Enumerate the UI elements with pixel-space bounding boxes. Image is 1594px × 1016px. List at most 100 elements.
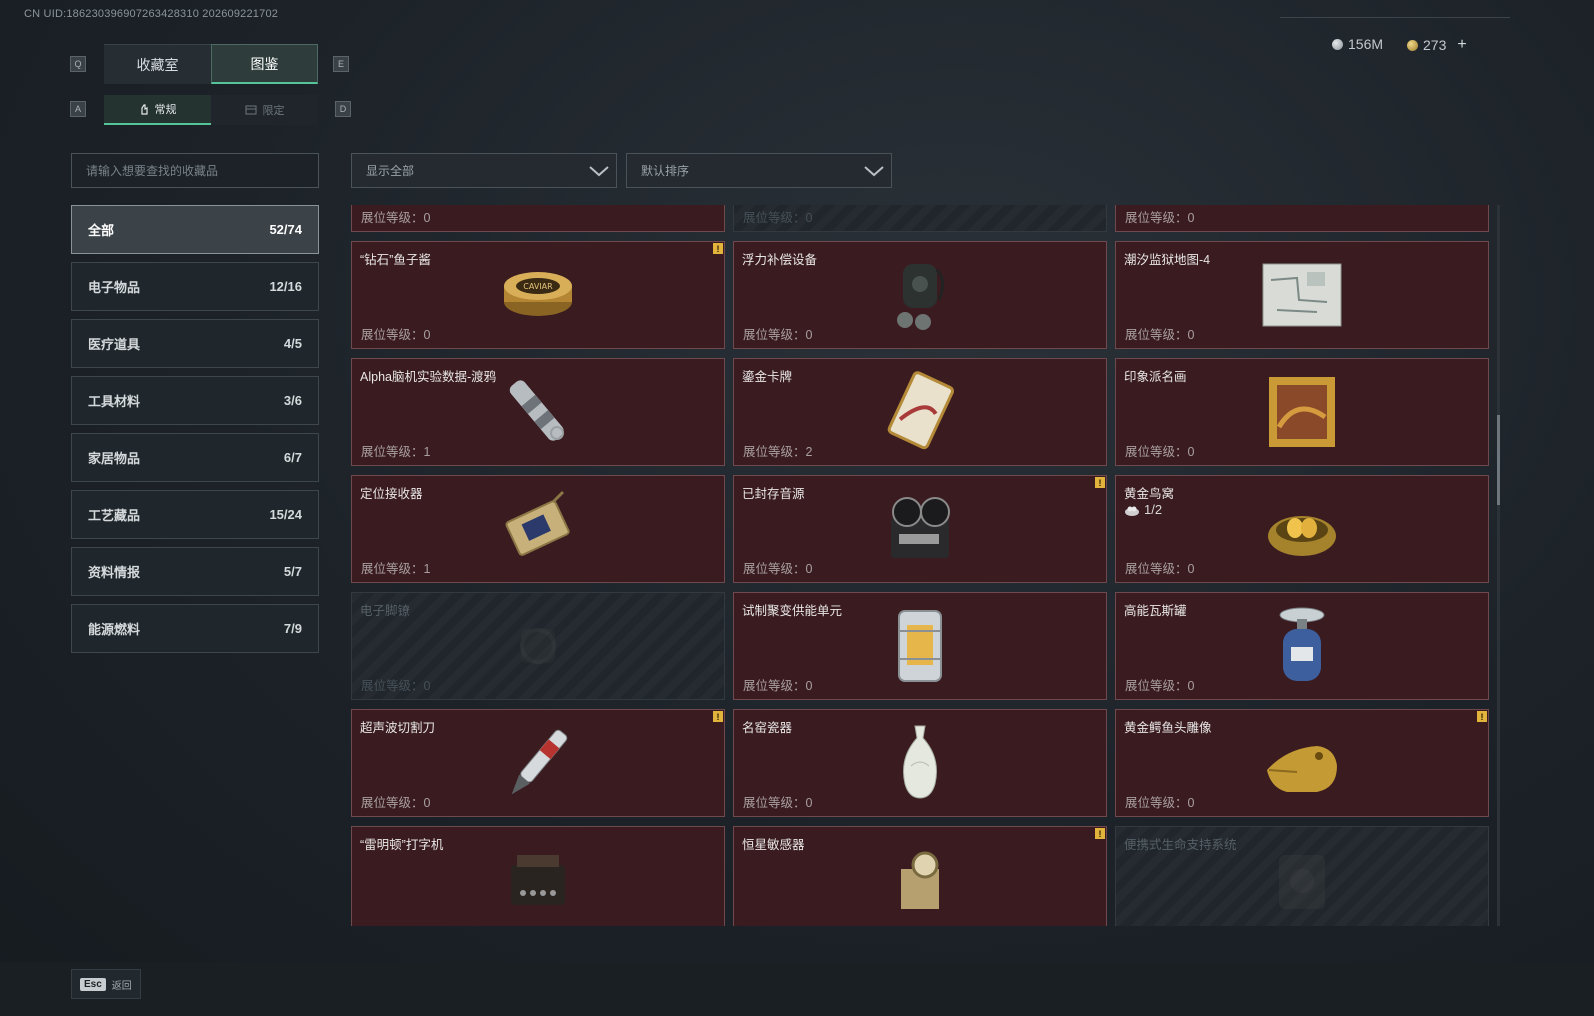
tab-collection-room[interactable]: 收藏室 xyxy=(104,44,211,84)
subtab-regular-label: 常规 xyxy=(154,104,177,116)
collectible-card[interactable]: CAVIAR “钻石”鱼子酱 展位等级：0! xyxy=(351,241,725,349)
generator-icon xyxy=(1257,205,1347,223)
display-level: 展位等级：0 xyxy=(361,796,431,810)
esc-key-hint: Esc xyxy=(80,977,106,991)
chevron-down-icon xyxy=(589,165,609,176)
category-intel[interactable]: 资料情报 5/7 xyxy=(71,547,319,596)
collectible-card[interactable]: 黄金鳄鱼头雕像 展位等级：0! xyxy=(1115,709,1489,817)
gilded-card-icon xyxy=(887,371,955,450)
key-a-hint: A xyxy=(70,101,86,117)
back-button[interactable]: Esc 返回 xyxy=(71,969,141,999)
display-level: 展位等级：0 xyxy=(743,562,813,576)
collectible-card[interactable]: 展位等级：0 xyxy=(733,205,1107,232)
search-input[interactable]: 请输入想要查找的收藏品 xyxy=(71,153,319,188)
collectible-card[interactable]: 名窑瓷器展位等级：0 xyxy=(733,709,1107,817)
collectible-card[interactable]: 展位等级：0 xyxy=(351,205,725,232)
category-crafts[interactable]: 工艺藏品 15/24 xyxy=(71,490,319,539)
chevron-down-icon xyxy=(864,165,884,176)
subtab-limited[interactable]: 限定 xyxy=(211,95,318,125)
category-fuel[interactable]: 能源燃料 7/9 xyxy=(71,604,319,653)
collectible-card[interactable]: 已封存音源 展位等级：0! xyxy=(733,475,1107,583)
display-level: 展位等级：2 xyxy=(743,445,813,459)
sort-dropdown-label: 默认排序 xyxy=(641,164,690,178)
collectible-name: 电子脚镣 xyxy=(360,604,411,618)
collectible-card[interactable]: 恒星敏感器! xyxy=(733,826,1107,926)
category-label: 工艺藏品 xyxy=(88,508,141,523)
collectible-card[interactable]: 高能瓦斯罐 展位等级：0 xyxy=(1115,592,1489,700)
collectible-card[interactable]: 试制聚变供能单元 展位等级：0 xyxy=(733,592,1107,700)
life-support-icon xyxy=(1279,855,1325,909)
collectible-card[interactable]: 定位接收器 展位等级：1 xyxy=(351,475,725,583)
category-tools[interactable]: 工具材料 3/6 xyxy=(71,376,319,425)
collectible-name: 试制聚变供能单元 xyxy=(742,604,843,618)
main-tabs: 收藏室 图鉴 xyxy=(104,44,318,84)
collectible-name: 已封存音源 xyxy=(742,487,805,501)
collectible-name: 黄金鳄鱼头雕像 xyxy=(1124,721,1212,735)
category-count: 4/5 xyxy=(283,336,302,351)
collectible-grid: 展位等级：0 展位等级：0 展位等级：0 CAVIAR “钻石”鱼子酱 展位等级：0! 浮力… xyxy=(351,205,1491,926)
collectible-name: 印象派名画 xyxy=(1124,370,1187,384)
collectible-grid-inner: 展位等级：0 展位等级：0 展位等级：0 CAVIAR “钻石”鱼子酱 展位等级：0! 浮力… xyxy=(351,205,1489,926)
grid-scroll-thumb[interactable] xyxy=(1497,415,1500,505)
grid-scrollbar[interactable] xyxy=(1497,205,1500,926)
collectible-name: 超声波切割刀 xyxy=(360,721,436,735)
display-level: 展位等级：0 xyxy=(1125,211,1195,225)
ankle-monitor-icon xyxy=(520,628,556,664)
map-icon xyxy=(1262,263,1342,327)
sort-dropdown[interactable]: 默认排序 xyxy=(626,153,892,188)
collectible-card[interactable]: 便携式生命支持系统 xyxy=(1115,826,1489,926)
collectible-name: 黄金鸟窝 xyxy=(1124,487,1175,501)
display-level: 展位等级：0 xyxy=(361,211,431,225)
category-label: 资料情报 xyxy=(88,565,141,580)
nest-icon xyxy=(1125,506,1139,516)
new-alert-badge: ! xyxy=(713,243,723,254)
category-label: 电子物品 xyxy=(88,280,141,295)
filter-dropdown[interactable]: 显示全部 xyxy=(351,153,617,188)
collectible-card[interactable]: 潮汐监狱地图-4 展位等级：0 xyxy=(1115,241,1489,349)
category-count: 5/7 xyxy=(283,564,302,579)
collectible-card[interactable]: 展位等级：0 xyxy=(1115,205,1489,232)
display-level: 展位等级：1 xyxy=(361,562,431,576)
collectible-name: 高能瓦斯罐 xyxy=(1124,604,1187,618)
collectible-card[interactable]: 电子脚镣 展位等级：0 xyxy=(351,592,725,700)
collectible-progress: 1/2 xyxy=(1124,502,1162,517)
key-q-hint: Q xyxy=(70,56,86,72)
collectible-name: 便携式生命支持系统 xyxy=(1124,838,1237,852)
collectible-name: “钻石”鱼子酱 xyxy=(360,253,431,267)
display-level: 展位等级：0 xyxy=(743,796,813,810)
collectible-name: 潮汐监狱地图-4 xyxy=(1124,253,1211,267)
subtab-regular[interactable]: 常规 xyxy=(104,95,211,125)
bottom-bar xyxy=(0,962,1594,1016)
collectible-card[interactable]: 超声波切割刀 展位等级：0! xyxy=(351,709,725,817)
reel-recorder-icon xyxy=(891,497,950,558)
tab-codex[interactable]: 图鉴 xyxy=(211,44,318,84)
category-medical[interactable]: 医疗道具 4/5 xyxy=(71,319,319,368)
category-electronics[interactable]: 电子物品 12/16 xyxy=(71,262,319,311)
collectible-name: 恒星敏感器 xyxy=(742,838,805,852)
top-deco-line xyxy=(1280,17,1510,18)
crocodile-statue-icon xyxy=(1267,746,1337,792)
armillary-sphere-icon xyxy=(493,205,583,223)
category-label: 全部 xyxy=(88,223,115,238)
display-level: 展位等级：0 xyxy=(361,328,431,342)
filter-dropdown-label: 显示全部 xyxy=(366,164,415,178)
display-level: 展位等级：0 xyxy=(743,211,813,225)
collectible-card[interactable]: 黄金鸟窝 1/2 展位等级：0 xyxy=(1115,475,1489,583)
category-household[interactable]: 家居物品 6/7 xyxy=(71,433,319,482)
caviar-tin-icon: CAVIAR xyxy=(504,272,572,316)
ultrasonic-cutter-icon xyxy=(511,729,568,795)
category-count: 7/9 xyxy=(283,621,302,636)
collectible-card[interactable]: 浮力补偿设备 展位等级：0 xyxy=(733,241,1107,349)
collectible-card[interactable]: 印象派名画 展位等级：0 xyxy=(1115,358,1489,466)
collectible-name: 名窑瓷器 xyxy=(742,721,793,735)
collectible-card[interactable]: Alpha脑机实验数据-渡鸦 展位等级：1 xyxy=(351,358,725,466)
category-count: 52/74 xyxy=(269,222,302,237)
category-all[interactable]: 全部 52/74 xyxy=(71,205,319,254)
collectible-name: 鎏金卡牌 xyxy=(742,370,793,384)
new-alert-badge: ! xyxy=(1095,828,1105,839)
player-uid: CN UID:18623039690726342831​0 2026092217… xyxy=(24,8,279,20)
add-currency-button[interactable]: + xyxy=(1457,36,1466,54)
collectible-card[interactable]: “雷明顿”打字机 xyxy=(351,826,725,926)
hand-icon xyxy=(140,104,148,115)
collectible-card[interactable]: 鎏金卡牌展位等级：2 xyxy=(733,358,1107,466)
